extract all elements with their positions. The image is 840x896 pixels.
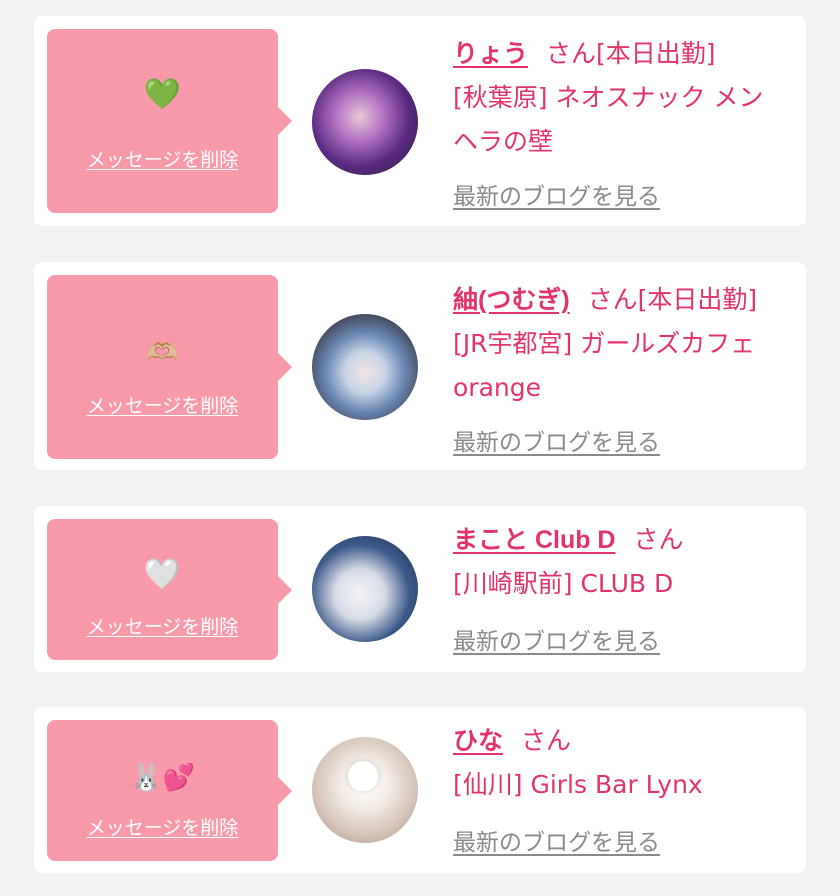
message-bubble: 🤍 メッセージを削除	[47, 519, 292, 660]
latest-blog-link[interactable]: 最新のブログを見る	[453, 622, 660, 656]
message-bubble: 🫶🏼 メッセージを削除	[47, 275, 292, 459]
rabbit-two-hearts-icon: 🐰💕	[130, 763, 195, 793]
shop-name: [JR宇都宮] ガールズカフェ	[453, 329, 756, 358]
latest-blog-link[interactable]: 最新のブログを見る	[453, 177, 660, 211]
message-card: 🫶🏼 メッセージを削除 紬(つむぎ) さん[本日出勤] [JR宇都宮] ガールズカ…	[34, 262, 806, 470]
cast-info: 紬(つむぎ) さん[本日出勤] [JR宇都宮] ガールズカフェ orange	[453, 278, 798, 410]
avatar[interactable]	[312, 536, 418, 642]
honorific: さん	[587, 285, 638, 314]
cast-info: まこと Club D さん [川崎駅前] CLUB D	[453, 518, 798, 606]
shop-name: [仙川] Girls Bar Lynx	[453, 770, 703, 799]
message-bubble: 🐰💕 メッセージを削除	[47, 720, 292, 861]
heart-hands-icon: 🫶🏼	[146, 338, 179, 368]
green-heart-icon: 💚	[143, 77, 182, 112]
cast-name-link[interactable]: 紬(つむぎ)	[453, 286, 570, 314]
delete-message-link[interactable]: メッセージを削除	[47, 612, 278, 639]
status-badge: [本日出勤]	[637, 285, 758, 314]
cast-name-link[interactable]: ひな	[453, 727, 503, 755]
shop-name-continued: ヘラの壁	[453, 127, 554, 156]
avatar[interactable]	[312, 314, 418, 420]
message-card: 💚 メッセージを削除 りょう さん[本日出勤] [秋葉原] ネオスナック メン ヘ…	[34, 16, 806, 226]
white-heart-icon: 🤍	[143, 557, 182, 592]
message-bubble: 💚 メッセージを削除	[47, 29, 292, 213]
cast-name-link[interactable]: りょう	[453, 40, 528, 68]
cast-name-link[interactable]: まこと Club D	[453, 526, 616, 554]
shop-name: [川崎駅前] CLUB D	[453, 569, 674, 598]
latest-blog-link[interactable]: 最新のブログを見る	[453, 423, 660, 457]
avatar[interactable]	[312, 737, 418, 843]
shop-name-continued: orange	[453, 373, 541, 402]
delete-message-link[interactable]: メッセージを削除	[47, 145, 278, 172]
delete-message-link[interactable]: メッセージを削除	[47, 391, 278, 418]
cast-info: ひな さん [仙川] Girls Bar Lynx	[453, 719, 798, 807]
message-card: 🐰💕 メッセージを削除 ひな さん [仙川] Girls Bar Lynx 最新の…	[34, 707, 806, 873]
latest-blog-link[interactable]: 最新のブログを見る	[453, 823, 660, 857]
shop-name: [秋葉原] ネオスナック メン	[453, 83, 764, 112]
message-card: 🤍 メッセージを削除 まこと Club D さん [川崎駅前] CLUB D 最新…	[34, 506, 806, 672]
honorific: さん	[521, 726, 572, 755]
honorific: さん	[633, 525, 684, 554]
delete-message-link[interactable]: メッセージを削除	[47, 813, 278, 840]
avatar[interactable]	[312, 69, 418, 175]
cast-info: りょう さん[本日出勤] [秋葉原] ネオスナック メン ヘラの壁	[453, 32, 798, 164]
heart-sticker-icon	[348, 761, 378, 791]
status-badge: [本日出勤]	[596, 39, 716, 68]
honorific: さん	[546, 39, 597, 68]
